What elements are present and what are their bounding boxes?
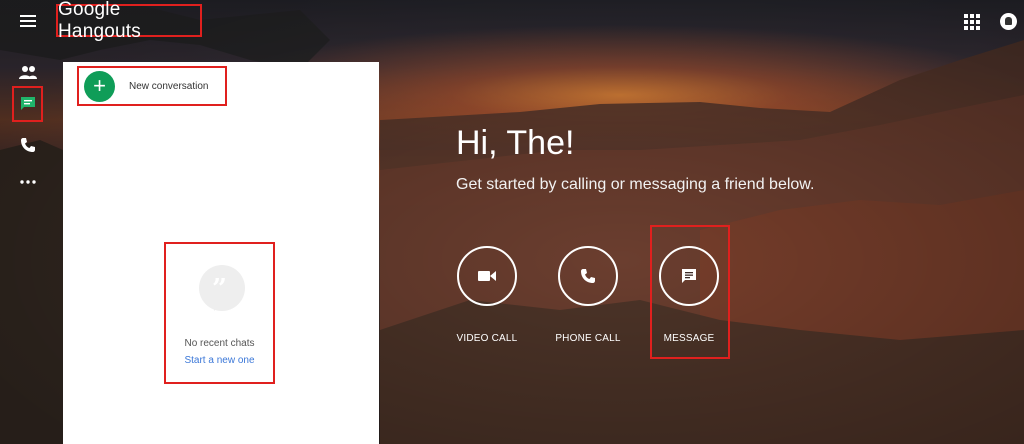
more-nav-button[interactable] (10, 167, 46, 197)
phone-call-label: PHONE CALL (555, 333, 621, 344)
menu-bar (20, 15, 36, 17)
video-call-label: VIDEO CALL (456, 333, 518, 344)
greeting-heading: Hi, The! (456, 124, 575, 162)
account-avatar[interactable] (1000, 13, 1017, 30)
quote-bubble-icon: ” (199, 265, 245, 311)
no-recent-chats-text: No recent chats (184, 338, 255, 349)
message-button[interactable]: MESSAGE (644, 246, 734, 356)
conversation-list-panel: + New conversation ” No recent chats Sta… (63, 62, 379, 444)
phone-icon (581, 269, 595, 283)
video-icon (478, 271, 496, 281)
calls-nav-button[interactable] (10, 130, 46, 160)
phone-icon (21, 138, 35, 152)
apps-grid-icon[interactable] (964, 14, 980, 30)
conversations-nav-button[interactable] (12, 86, 43, 122)
contacts-nav-button[interactable] (10, 57, 46, 87)
left-nav-rail (0, 50, 56, 210)
google-hangouts-logo[interactable]: Google Hangouts (56, 0, 202, 42)
empty-state: ” No recent chats Start a new one (164, 242, 275, 384)
new-conversation-label: New conversation (129, 80, 209, 92)
menu-bar (20, 20, 36, 22)
people-icon (19, 66, 37, 79)
new-conversation-button[interactable]: + New conversation (77, 66, 227, 106)
hangouts-app: Google Hangouts + New conversation ” No … (0, 0, 1024, 444)
welcome-subtitle: Get started by calling or messaging a fr… (456, 176, 815, 193)
menu-bar (20, 25, 36, 27)
phone-call-button[interactable]: PHONE CALL (543, 246, 633, 356)
start-new-chat-link[interactable]: Start a new one (166, 355, 273, 366)
video-call-button[interactable]: VIDEO CALL (442, 246, 532, 356)
plus-icon: + (84, 70, 115, 102)
message-icon (682, 269, 696, 283)
main-menu-button[interactable] (18, 12, 38, 32)
chat-icon (20, 97, 35, 110)
message-label: MESSAGE (663, 333, 715, 344)
more-icon (20, 180, 36, 184)
message-circle (659, 246, 719, 306)
top-bar: Google Hangouts (0, 0, 1024, 44)
video-call-circle (457, 246, 517, 306)
phone-call-circle (558, 246, 618, 306)
